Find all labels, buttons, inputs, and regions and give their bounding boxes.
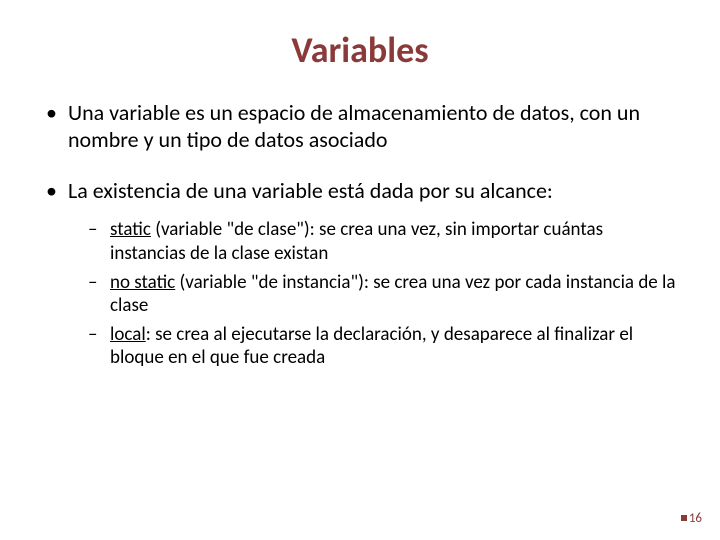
sub-list-item: no static (variable "de instancia"): se … — [88, 271, 680, 317]
sub-rest: : se crea al ejecutarse la declaración, … — [110, 323, 633, 369]
sub-term: local — [110, 323, 146, 346]
bullet-square-icon — [681, 515, 687, 521]
sub-term: static — [110, 218, 151, 241]
sub-rest: (variable "de instancia"): se crea una v… — [110, 271, 676, 317]
sub-list: static (variable "de clase"): se crea un… — [68, 218, 680, 369]
list-item-text: La existencia de una variable está dada … — [68, 177, 553, 204]
sub-list-item: local: se crea al ejecutarse la declarac… — [88, 323, 680, 369]
list-item-text: Una variable es un espacio de almacenami… — [68, 99, 640, 153]
page-number: 16 — [681, 511, 702, 526]
page-number-text: 16 — [689, 511, 702, 526]
list-item: La existencia de una variable está dada … — [40, 178, 680, 370]
bullet-list: Una variable es un espacio de almacenami… — [40, 100, 680, 370]
sub-rest: (variable "de clase"): se crea una vez, … — [110, 218, 603, 264]
sub-list-item: static (variable "de clase"): se crea un… — [88, 218, 680, 264]
list-item: Una variable es un espacio de almacenami… — [40, 100, 680, 154]
slide-title: Variables — [40, 28, 680, 72]
sub-term: no static — [110, 271, 175, 294]
